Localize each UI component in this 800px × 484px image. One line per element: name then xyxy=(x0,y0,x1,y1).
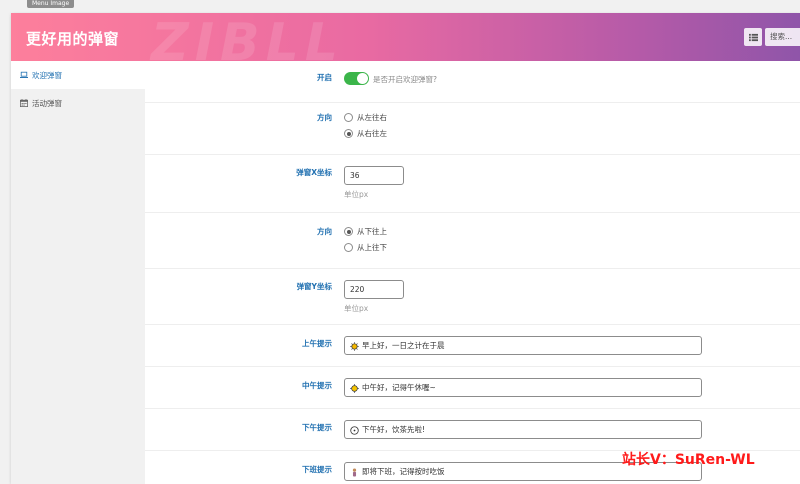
afternoon-tip-input[interactable]: 下午好，饮茶先啦! xyxy=(344,420,702,439)
page-title: 更好用的弹窗 xyxy=(26,30,120,48)
radio-button-selected xyxy=(344,227,353,236)
enable-hint: 是否开启欢迎弹窗? xyxy=(373,75,437,84)
radio-right-to-left[interactable]: 从右往左 xyxy=(344,128,387,139)
radio-label: 从右往左 xyxy=(357,129,387,138)
pos-y-unit: 单位px xyxy=(344,304,369,313)
radio-label: 从上往下 xyxy=(357,243,387,252)
radio-bottom-to-top[interactable]: 从下往上 xyxy=(344,226,387,237)
radio-button xyxy=(344,243,353,252)
radio-top-to-bottom[interactable]: 从上往下 xyxy=(344,242,387,253)
field-label-morning: 上午提示 xyxy=(302,339,332,348)
pos-x-unit: 单位px xyxy=(344,190,369,199)
list-icon xyxy=(748,33,758,41)
field-row-direction-x: 方向 从左往右 从右往左 xyxy=(145,103,800,155)
field-row-noon: 中午提示 中午好，记得午休喔~ xyxy=(145,367,800,409)
sidebar-item-label: 欢迎弹窗 xyxy=(32,70,62,80)
expand-all-button[interactable] xyxy=(744,28,762,46)
field-label-offwork: 下班提示 xyxy=(302,465,332,474)
sidebar-item-welcome-popup[interactable]: 欢迎弹窗 xyxy=(11,61,145,89)
menu-image-tag: Menu Image xyxy=(27,0,75,8)
settings-panel: ZIBLL 更好用的弹窗 搜索... 欢迎弹窗 活动弹窗 开启 是否开启欢迎弹窗… xyxy=(11,13,800,484)
sun-rise-icon xyxy=(350,341,359,351)
radio-left-to-right[interactable]: 从左往右 xyxy=(344,112,387,123)
sun-icon xyxy=(350,383,359,393)
laptop-icon xyxy=(20,71,28,78)
settings-content: 开启 是否开启欢迎弹窗? 方向 从左往右 从右往左 弹窗X坐标 36 单位px xyxy=(145,61,800,484)
sidebar: 欢迎弹窗 活动弹窗 xyxy=(11,61,145,484)
person-icon xyxy=(352,467,357,477)
enable-toggle[interactable] xyxy=(344,72,369,85)
morning-tip-input[interactable]: 早上好，一日之计在于晨 xyxy=(344,336,702,355)
field-label-afternoon: 下午提示 xyxy=(302,423,332,432)
header-watermark: ZIBLL xyxy=(151,13,344,61)
pos-x-input[interactable]: 36 xyxy=(344,166,404,185)
field-row-morning: 上午提示 早上好，一日之计在于晨 xyxy=(145,325,800,367)
toggle-knob xyxy=(357,73,368,84)
offwork-tip-text: 即将下班，记得按时吃饭 xyxy=(362,467,445,476)
contact-watermark: 站长V：SuRen-WL xyxy=(622,452,755,468)
field-row-enable: 开启 是否开启欢迎弹窗? xyxy=(145,61,800,103)
field-label-direction-y: 方向 xyxy=(317,227,332,236)
pos-y-input[interactable]: 220 xyxy=(344,280,404,299)
clock-icon xyxy=(350,425,359,435)
noon-tip-text: 中午好，记得午休喔~ xyxy=(362,383,436,392)
field-row-pos-x: 弹窗X坐标 36 单位px xyxy=(145,155,800,213)
field-label-pos-x: 弹窗X坐标 xyxy=(296,168,332,177)
calendar-icon xyxy=(20,99,28,107)
field-label-noon: 中午提示 xyxy=(302,381,332,390)
field-row-pos-y: 弹窗Y坐标 220 单位px xyxy=(145,269,800,325)
radio-label: 从下往上 xyxy=(357,227,387,236)
afternoon-tip-text: 下午好，饮茶先啦! xyxy=(362,425,426,434)
field-label-direction-x: 方向 xyxy=(317,113,332,122)
radio-label: 从左往右 xyxy=(357,113,387,122)
noon-tip-input[interactable]: 中午好，记得午休喔~ xyxy=(344,378,702,397)
sidebar-item-label: 活动弹窗 xyxy=(32,98,62,108)
field-label-enable: 开启 xyxy=(317,73,332,82)
search-button[interactable]: 搜索... xyxy=(765,28,800,46)
radio-button xyxy=(344,113,353,122)
field-row-direction-y: 方向 从下往上 从上往下 xyxy=(145,213,800,269)
radio-button-selected xyxy=(344,129,353,138)
morning-tip-text: 早上好，一日之计在于晨 xyxy=(362,341,445,350)
panel-header: ZIBLL 更好用的弹窗 搜索... xyxy=(11,13,800,61)
sidebar-item-activity-popup[interactable]: 活动弹窗 xyxy=(11,89,145,117)
field-row-afternoon: 下午提示 下午好，饮茶先啦! xyxy=(145,409,800,451)
field-label-pos-y: 弹窗Y坐标 xyxy=(296,282,332,291)
